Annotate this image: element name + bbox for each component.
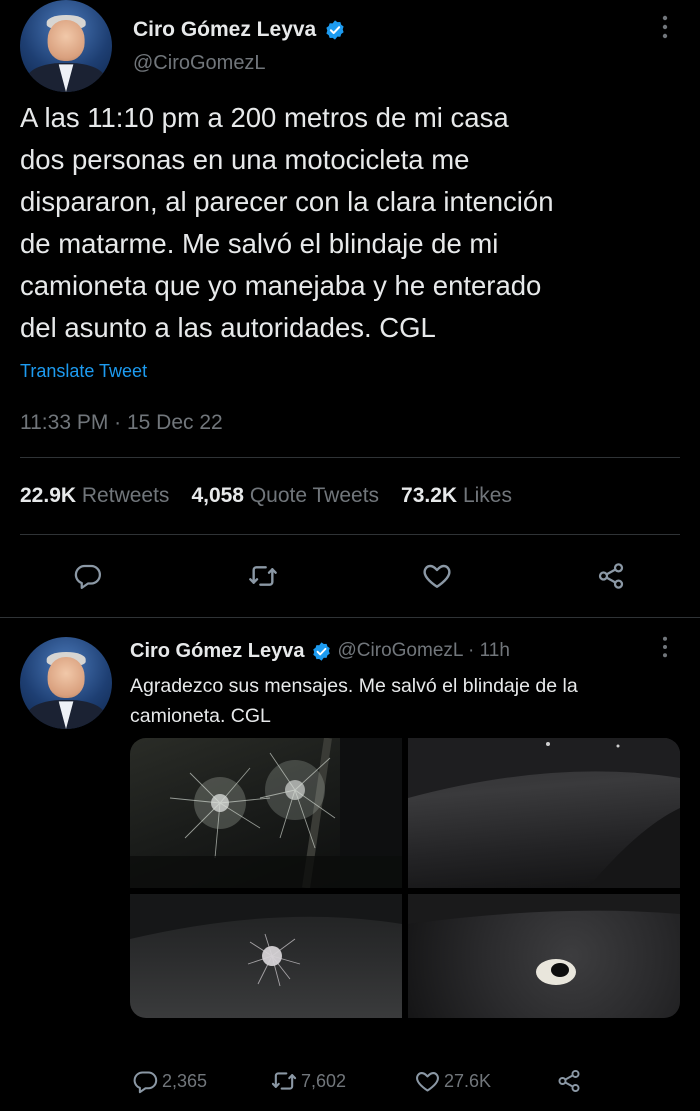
quote-tweets-label: Quote Tweets <box>249 484 380 507</box>
retweets-stat[interactable]: 22.9K Retweets <box>20 484 169 508</box>
reply-count: 2,365 <box>162 1070 208 1091</box>
reply-share-button[interactable] <box>554 1066 584 1096</box>
share-icon <box>598 563 624 589</box>
tweet-timestamp[interactable]: 11:33 PM · 15 Dec 22 <box>20 411 223 435</box>
more-vertical-icon <box>662 636 668 658</box>
share-button[interactable] <box>593 558 629 594</box>
windshield-cracks-graphic <box>130 738 402 888</box>
reply-retweet-button[interactable]: 7,602 <box>270 1066 346 1096</box>
reply-handle-time[interactable]: @CiroGomezL · 11h <box>338 640 510 662</box>
like-icon <box>416 1071 439 1092</box>
reply-reply-button[interactable]: 2,365 <box>132 1066 207 1096</box>
tweet-text-line: de matarme. Me salvó el blindaje de mi <box>20 228 499 259</box>
retweet-icon <box>271 1072 297 1090</box>
likes-count: 73.2K <box>401 484 458 507</box>
bullet-impact-graphic <box>130 894 402 987</box>
photo-car-hood[interactable] <box>408 738 680 888</box>
like-count: 27.6K <box>444 1070 492 1091</box>
bullet-hole-graphic <box>408 894 680 985</box>
verified-badge-icon <box>326 20 344 40</box>
reply-text-line: camioneta. CGL <box>130 705 271 727</box>
tweet-text-line: camioneta que yo manejaba y he enterado <box>20 270 542 301</box>
reply-author-name[interactable]: Ciro Gómez Leyva <box>130 640 305 663</box>
tweet-text-line: dos personas en una motocicleta me <box>20 144 470 175</box>
reply-like-button[interactable]: 27.6K <box>414 1066 491 1096</box>
more-options-button[interactable] <box>650 12 680 42</box>
divider <box>20 457 680 458</box>
photo-bullet-impact[interactable] <box>130 894 402 1018</box>
divider <box>0 617 700 618</box>
main-author-name[interactable]: Ciro Gómez Leyva <box>133 18 316 42</box>
more-vertical-icon <box>662 15 668 39</box>
photo-cracked-windshield[interactable] <box>130 738 402 888</box>
quote-tweets-stat[interactable]: 4,058 Quote Tweets <box>191 484 379 508</box>
tweet-text-line: dispararon, al parecer con la clara inte… <box>20 186 554 217</box>
main-author-avatar[interactable] <box>20 0 112 92</box>
verified-badge-icon <box>312 641 330 661</box>
share-icon <box>558 1069 580 1093</box>
reply-author-avatar[interactable] <box>20 637 112 729</box>
retweets-label: Retweets <box>81 484 170 507</box>
retweet-count: 7,602 <box>301 1070 347 1091</box>
retweet-button[interactable] <box>245 558 281 594</box>
photo-bullet-hole[interactable] <box>408 894 680 1018</box>
main-author-handle[interactable]: @CiroGomezL <box>133 52 266 75</box>
tweet-stats-row: 22.9K Retweets 4,058 Quote Tweets 73.2K … <box>20 484 512 508</box>
reply-text-line: Agradezco sus mensajes. Me salvó el blin… <box>130 675 578 697</box>
likes-label: Likes <box>462 484 512 507</box>
likes-stat[interactable]: 73.2K Likes <box>401 484 512 508</box>
translate-tweet-link[interactable]: Translate Tweet <box>20 361 147 382</box>
divider <box>20 534 680 535</box>
reply-button[interactable] <box>70 558 106 594</box>
tweet-text-line: A las 11:10 pm a 200 metros de mi casa <box>20 102 509 133</box>
retweets-count: 22.9K <box>20 484 77 507</box>
reply-action-bar: 2,365 7,602 27.6K <box>130 1064 680 1100</box>
main-tweet-text: A las 11:10 pm a 200 metros de mi casa d… <box>20 97 690 349</box>
reply-header: Ciro Gómez Leyva @CiroGomezL · 11h <box>130 638 510 664</box>
like-button[interactable] <box>419 558 455 594</box>
reply-tweet-text: Agradezco sus mensajes. Me salvó el blin… <box>130 671 690 731</box>
tweet-text-line: del asunto a las autoridades. CGL <box>20 312 436 343</box>
reply-icon <box>133 1070 158 1093</box>
car-hood-graphic <box>408 738 680 888</box>
reply-icon <box>74 564 101 589</box>
media-grid[interactable] <box>130 738 680 1018</box>
reply-more-options-button[interactable] <box>650 632 680 662</box>
like-icon <box>423 564 451 588</box>
main-author-name-row[interactable]: Ciro Gómez Leyva <box>133 15 346 45</box>
quote-tweets-count: 4,058 <box>191 484 244 507</box>
retweet-icon <box>249 566 277 586</box>
